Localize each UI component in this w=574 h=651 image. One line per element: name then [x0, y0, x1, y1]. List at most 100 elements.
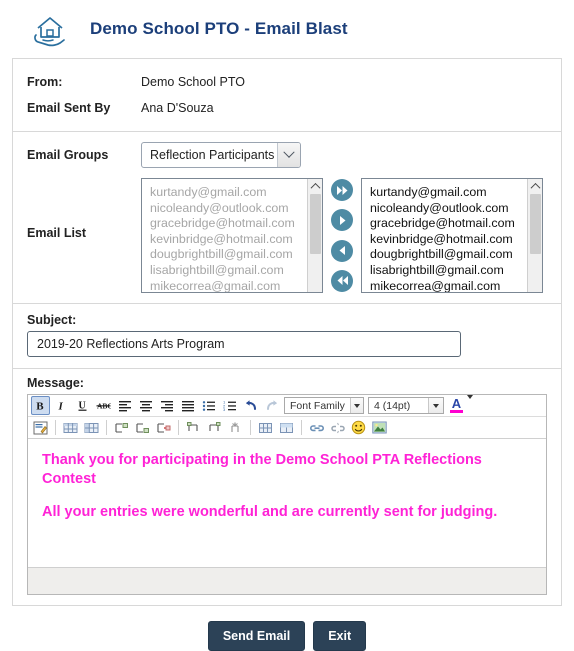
font-family-value: Font Family — [290, 399, 345, 412]
move-all-left-button[interactable] — [331, 269, 353, 292]
available-emails-list: kurtandy@gmail.com nicoleandy@outlook.com… — [142, 179, 322, 292]
email-list-label: Email List — [27, 226, 87, 240]
align-justify-button[interactable] — [178, 396, 197, 415]
recipients-panel: Email Groups Reflection Participants Ema… — [12, 131, 562, 303]
form-actions: Send Email Exit — [0, 606, 574, 651]
font-family-select[interactable]: Font Family — [284, 397, 364, 414]
selected-emails-scrollbar[interactable] — [527, 179, 542, 292]
row-insert-above-button[interactable] — [112, 418, 131, 437]
strikethrough-button[interactable]: ABC — [94, 396, 113, 415]
list-item[interactable]: nicoleandy@outlook.com — [142, 201, 322, 217]
text-color-label: A — [451, 396, 462, 411]
column-insert-right-button[interactable] — [205, 418, 224, 437]
list-item[interactable]: dougbrightbill@gmail.com — [362, 247, 542, 263]
list-item[interactable]: lisabrightbill@gmail.com — [142, 263, 322, 279]
sent-by-value: Ana D'Souza — [141, 101, 214, 115]
move-left-button[interactable] — [331, 239, 353, 262]
subject-label: Subject: — [27, 313, 77, 327]
message-paragraph: All your entries were wonderful and are … — [42, 504, 498, 520]
scroll-up-icon[interactable] — [528, 179, 542, 194]
list-item[interactable]: gracebridge@hotmail.com — [142, 216, 322, 232]
email-groups-select[interactable]: Reflection Participants — [141, 142, 301, 168]
chevron-down-icon[interactable] — [428, 398, 443, 413]
scroll-down-icon[interactable] — [528, 277, 542, 292]
insert-image-button[interactable] — [370, 418, 389, 437]
from-label: From: — [27, 75, 63, 89]
message-label: Message: — [27, 376, 84, 390]
from-value: Demo School PTO — [141, 75, 245, 89]
move-all-right-button[interactable] — [331, 179, 353, 201]
email-blast-page: Demo School PTO - Email Blast From: Demo… — [0, 0, 574, 651]
svg-text:I: I — [58, 401, 64, 413]
numbered-list-button[interactable]: 123 — [220, 396, 239, 415]
row-insert-below-button[interactable] — [133, 418, 152, 437]
available-emails-scrollbar[interactable] — [307, 179, 322, 292]
message-panel: Message: B I U ABC 1 2 3 Font Family 4 (… — [12, 368, 562, 606]
list-item[interactable]: lisabrightbill@gmail.com — [362, 263, 542, 279]
chevron-down-icon[interactable] — [349, 398, 363, 413]
scroll-down-icon[interactable] — [308, 277, 322, 292]
svg-text:B: B — [36, 401, 44, 413]
chevron-down-icon[interactable] — [467, 394, 473, 413]
text-color-button[interactable]: A — [450, 394, 473, 413]
pencil-edit-button[interactable] — [31, 418, 50, 437]
bold-button[interactable]: B — [31, 396, 50, 415]
selected-emails-list: kurtandy@gmail.com nicoleandy@outlook.com… — [362, 179, 542, 292]
scrollbar-thumb[interactable] — [530, 194, 541, 254]
redo-button[interactable] — [262, 396, 281, 415]
editor-toolbar-row-1: B I U ABC 1 2 3 Font Family 4 (14pt) A — [28, 394, 546, 417]
undo-button[interactable] — [241, 396, 260, 415]
page-header: Demo School PTO - Email Blast — [0, 0, 574, 58]
list-item[interactable]: dougbrightbill@gmail.com — [142, 247, 322, 263]
font-size-value: 4 (14pt) — [374, 399, 411, 412]
send-email-button[interactable]: Send Email — [207, 621, 306, 651]
scroll-up-icon[interactable] — [308, 179, 322, 194]
list-item[interactable]: kurtandy@gmail.com — [362, 185, 542, 201]
email-groups-selected-value: Reflection Participants — [150, 148, 275, 162]
underline-button[interactable]: U — [73, 396, 92, 415]
list-item[interactable]: mikecorrea@gmail.com — [362, 279, 542, 292]
font-size-select[interactable]: 4 (14pt) — [368, 397, 444, 414]
align-left-button[interactable] — [115, 396, 134, 415]
table-properties-button[interactable] — [82, 418, 101, 437]
list-item[interactable]: kurtandy@gmail.com — [142, 185, 322, 201]
insert-link-button[interactable] — [307, 418, 326, 437]
column-insert-left-button[interactable] — [184, 418, 203, 437]
italic-button[interactable]: I — [52, 396, 71, 415]
chevron-down-icon[interactable] — [277, 143, 300, 167]
exit-button[interactable]: Exit — [313, 621, 367, 651]
message-paragraph: Thank you for participating in the Demo … — [42, 452, 482, 487]
subject-panel: Subject: 2019-20 Reflections Arts Progra… — [12, 303, 562, 368]
from-row: From: Demo School PTO — [13, 69, 561, 95]
insert-emoticon-button[interactable] — [349, 418, 368, 437]
email-list-row: Email List kurtandy@gmail.com nicoleandy@… — [13, 178, 561, 293]
align-right-button[interactable] — [157, 396, 176, 415]
align-center-button[interactable] — [136, 396, 155, 415]
list-item[interactable]: mikecorrea@gmail.com — [142, 279, 322, 292]
bullet-list-button[interactable] — [199, 396, 218, 415]
cell-split-button[interactable] — [256, 418, 275, 437]
svg-text:3: 3 — [223, 407, 226, 412]
list-item[interactable]: kevinbridge@hotmail.com — [142, 232, 322, 248]
email-groups-row: Email Groups Reflection Participants — [13, 142, 561, 168]
page-title: Demo School PTO - Email Blast — [90, 19, 348, 38]
row-delete-button[interactable] — [154, 418, 173, 437]
selected-emails-listbox[interactable]: kurtandy@gmail.com nicoleandy@outlook.com… — [361, 178, 543, 293]
available-emails-listbox[interactable]: kurtandy@gmail.com nicoleandy@outlook.com… — [141, 178, 323, 293]
insert-table-button[interactable] — [61, 418, 80, 437]
column-delete-button[interactable] — [226, 418, 245, 437]
move-right-button[interactable] — [331, 209, 353, 232]
subject-input[interactable]: 2019-20 Reflections Arts Program — [27, 331, 461, 357]
editor-toolbar-row-2 — [28, 417, 546, 439]
list-item[interactable]: nicoleandy@outlook.com — [362, 201, 542, 217]
remove-link-button[interactable] — [328, 418, 347, 437]
list-item[interactable]: kevinbridge@hotmail.com — [362, 232, 542, 248]
sent-by-label: Email Sent By — [27, 101, 111, 115]
text-color-swatch — [450, 410, 463, 413]
cell-merge-button[interactable] — [277, 418, 296, 437]
editor-status-bar — [28, 567, 546, 594]
scrollbar-thumb[interactable] — [310, 194, 321, 254]
message-body[interactable]: Thank you for participating in the Demo … — [28, 439, 546, 567]
list-item[interactable]: gracebridge@hotmail.com — [362, 216, 542, 232]
rich-text-editor: B I U ABC 1 2 3 Font Family 4 (14pt) A T… — [27, 394, 547, 595]
